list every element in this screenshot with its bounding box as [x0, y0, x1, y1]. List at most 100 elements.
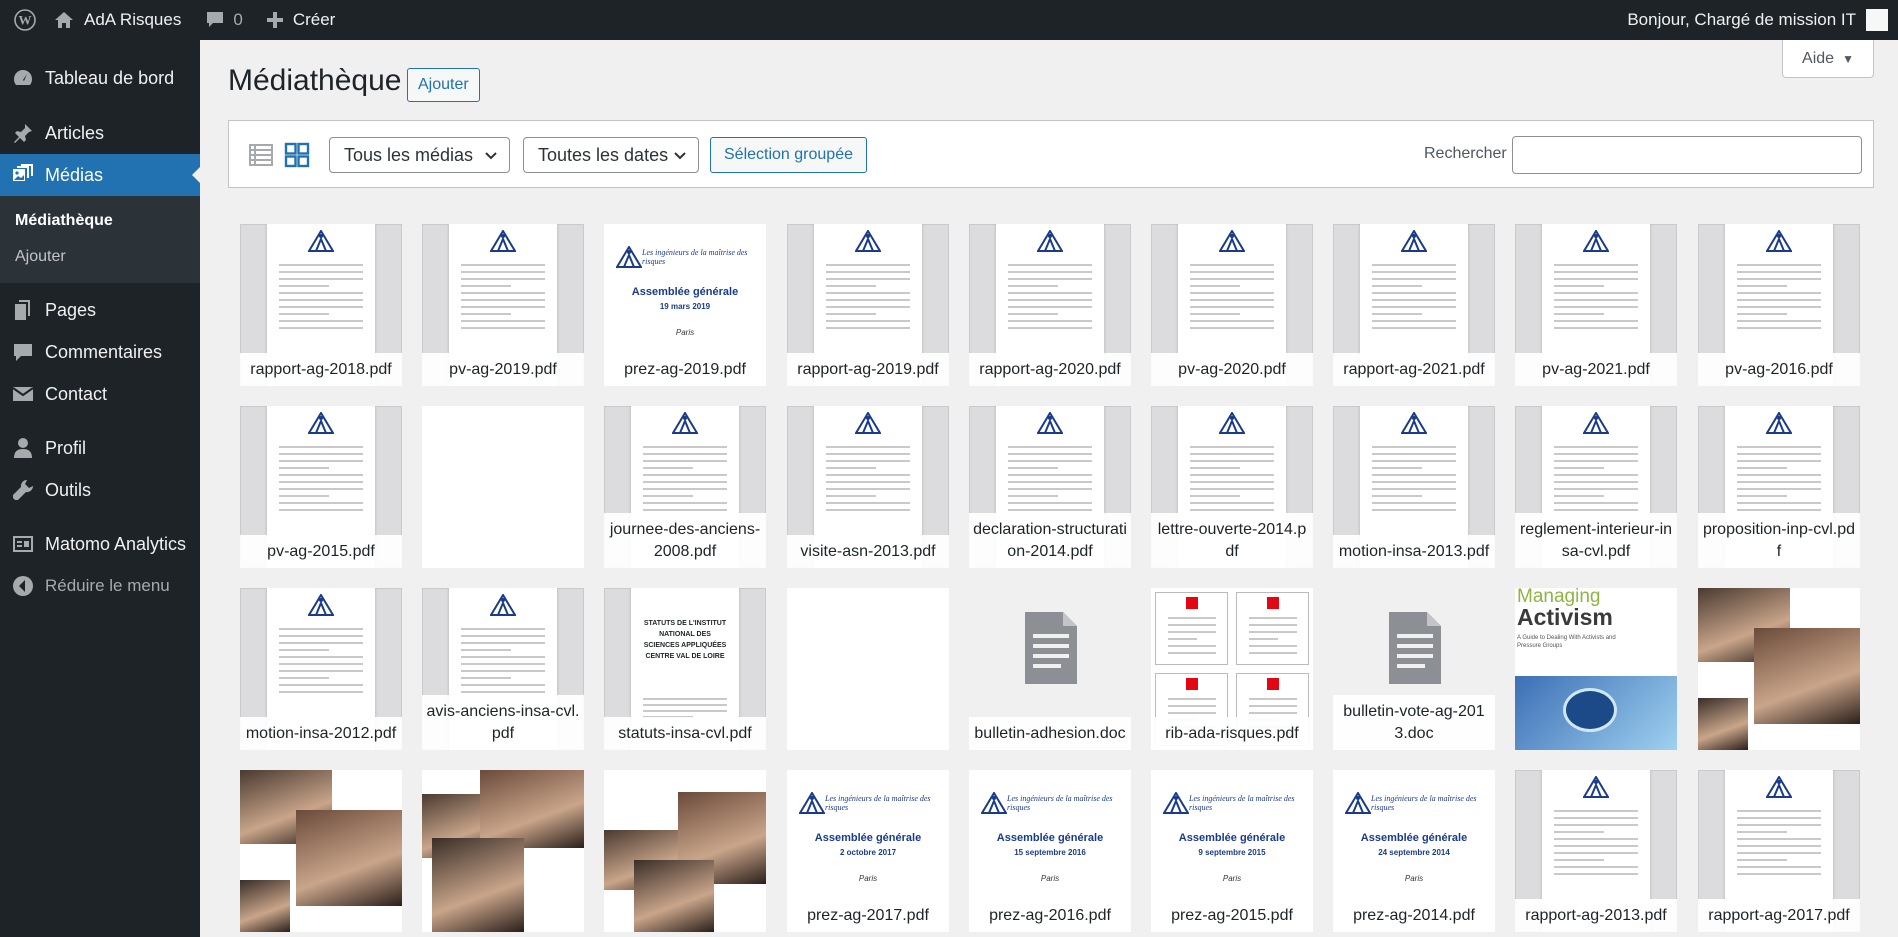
my-account-link[interactable]: Bonjour, Chargé de mission IT: [1615, 0, 1898, 40]
attachment-tile[interactable]: motion-insa-2012.pdf: [240, 588, 402, 750]
attachment-tile[interactable]: lettre-ouverte-2014.pdf: [1151, 406, 1313, 568]
menu-label: Médias: [45, 164, 104, 185]
attachment-filename: prez-ag-2016.pdf: [969, 899, 1131, 932]
site-name-link[interactable]: AdA Risques: [50, 0, 193, 40]
attachment-tile[interactable]: declaration-structuration-2014.pdf: [969, 406, 1131, 568]
admin-bar: W AdA Risques 0 Créer Bonjour, Chargé de…: [0, 0, 1898, 40]
attachment-tile[interactable]: [422, 406, 584, 568]
attachment-tile[interactable]: [1698, 588, 1860, 750]
attachment-tile[interactable]: rapport-ag-2013.pdf: [1515, 770, 1677, 932]
svg-text:W: W: [19, 13, 32, 28]
attachment-tile[interactable]: proposition-inp-cvl.pdf: [1698, 406, 1860, 568]
attachment-filename: reglement-interieur-insa-cvl.pdf: [1515, 513, 1677, 568]
attachment-filename: rapport-ag-2019.pdf: [787, 353, 949, 386]
attachment-filename: pv-ag-2021.pdf: [1515, 353, 1677, 386]
attachment-tile[interactable]: pv-ag-2019.pdf: [422, 224, 584, 386]
slide-header: Les ingénieurs de la maîtrise des risque…: [1007, 794, 1113, 812]
attachment-tile[interactable]: [422, 770, 584, 932]
comments-link[interactable]: 0: [193, 0, 254, 40]
attachment-filename: prez-ag-2019.pdf: [604, 353, 766, 386]
menu-item-matomo[interactable]: Matomo Analytics: [0, 523, 200, 565]
attachment-filename: rib-ada-risques.pdf: [1151, 717, 1313, 750]
attachment-tile[interactable]: Les ingénieurs de la maîtrise des risque…: [1333, 770, 1495, 932]
menu-label: Profil: [45, 437, 87, 458]
attachment-tile[interactable]: motion-insa-2013.pdf: [1333, 406, 1495, 568]
comment-icon: [207, 12, 224, 27]
attachment-tile[interactable]: rib-ada-risques.pdf: [1151, 588, 1313, 750]
menu-label: Tableau de bord: [45, 67, 175, 88]
slide-header: Les ingénieurs de la maîtrise des risque…: [1189, 794, 1295, 812]
attachment-thumbnail: [604, 770, 766, 932]
slide-date: 15 septembre 2016: [1014, 848, 1086, 857]
attachment-tile[interactable]: journee-des-anciens-2008.pdf: [604, 406, 766, 568]
slide-header: Les ingénieurs de la maîtrise des risque…: [1371, 794, 1477, 812]
menu-label: Matomo Analytics: [45, 533, 187, 554]
slide-date: 24 septembre 2014: [1378, 848, 1450, 857]
attachment-tile[interactable]: visite-asn-2013.pdf: [787, 406, 949, 568]
wrench-icon: [12, 479, 34, 501]
attachment-tile[interactable]: bulletin-adhesion.doc: [969, 588, 1131, 750]
attachment-thumbnail: [1698, 588, 1860, 750]
attachment-tile[interactable]: pv-ag-2021.pdf: [1515, 224, 1677, 386]
menu-item-commentaires[interactable]: Commentaires: [0, 331, 200, 373]
new-content-link[interactable]: Créer: [255, 0, 348, 40]
menu-collapse-button[interactable]: Réduire le menu: [0, 565, 200, 607]
attachment-tile[interactable]: [604, 770, 766, 932]
attachment-tile[interactable]: pv-ag-2020.pdf: [1151, 224, 1313, 386]
menu-label: Outils: [45, 479, 92, 500]
attachment-filename: motion-insa-2013.pdf: [1333, 535, 1495, 568]
attachment-filename: pv-ag-2019.pdf: [422, 353, 584, 386]
attachment-filename: avis-anciens-insa-cvl.pdf: [422, 695, 584, 750]
attachment-filename: prez-ag-2017.pdf: [787, 899, 949, 932]
attachment-filename: prez-ag-2014.pdf: [1333, 899, 1495, 932]
attachment-tile[interactable]: rapport-ag-2020.pdf: [969, 224, 1131, 386]
media-icon: [12, 164, 34, 186]
menu-item-outils[interactable]: Outils: [0, 469, 200, 511]
book-subtitle: A Guide to Dealing With Activists and Pr…: [1517, 635, 1616, 649]
slide-place: Paris: [675, 328, 695, 337]
attachment-tile[interactable]: Les ingénieurs de la maîtrise des risque…: [969, 770, 1131, 932]
attachment-filename: journee-des-anciens-2008.pdf: [604, 513, 766, 568]
analytics-icon: [12, 533, 34, 555]
attachment-tile[interactable]: rapport-ag-2017.pdf: [1698, 770, 1860, 932]
menu-item-medias[interactable]: Médias: [0, 154, 200, 196]
slide-date: 19 mars 2019: [659, 302, 711, 311]
menu-item-contact[interactable]: Contact: [0, 373, 200, 415]
book-title-2: Activism: [1517, 604, 1613, 630]
slide-place: Paris: [1222, 874, 1242, 883]
slide-place: Paris: [858, 874, 878, 883]
attachment-tile[interactable]: avis-anciens-insa-cvl.pdf: [422, 588, 584, 750]
menu-item-articles[interactable]: Articles: [0, 112, 200, 154]
attachment-tile[interactable]: [787, 588, 949, 750]
attachment-tile[interactable]: Managing Activism A Guide to Dealing With …: [1515, 588, 1677, 750]
submenu-item-mediatheque[interactable]: Médiathèque: [0, 203, 200, 239]
dashboard-icon: [12, 67, 34, 89]
menu-item-profil[interactable]: Profil: [0, 427, 200, 469]
attachment-tile[interactable]: Les ingénieurs de la maîtrise des risque…: [1151, 770, 1313, 932]
attachment-tile[interactable]: [240, 770, 402, 932]
home-icon: [55, 12, 73, 28]
attachment-tile[interactable]: rapport-ag-2019.pdf: [787, 224, 949, 386]
attachment-tile[interactable]: pv-ag-2015.pdf: [240, 406, 402, 568]
wordpress-logo-icon[interactable]: W: [0, 0, 50, 40]
attachment-thumbnail: Managing Activism A Guide to Dealing With …: [1515, 588, 1677, 750]
pages-icon: [12, 299, 34, 321]
submenu-item-ajouter[interactable]: Ajouter: [0, 239, 200, 275]
menu-item-dashboard[interactable]: Tableau de bord: [0, 56, 200, 100]
collapse-icon: [12, 575, 34, 597]
media-grid: rapport-ag-2018.pdf pv-ag-2019.pdf Les ing…: [200, 40, 1898, 937]
attachment-tile[interactable]: STATUTS DE L'INSTITUT NATIONAL DES SCIEN…: [604, 588, 766, 750]
attachment-tile[interactable]: pv-ag-2016.pdf: [1698, 224, 1860, 386]
attachment-filename: bulletin-vote-ag-2013.doc: [1333, 695, 1495, 750]
pin-icon: [12, 122, 34, 144]
medias-submenu: Médiathèque Ajouter: [0, 196, 200, 283]
attachment-tile[interactable]: bulletin-vote-ag-2013.doc: [1333, 588, 1495, 750]
attachment-tile[interactable]: reglement-interieur-insa-cvl.pdf: [1515, 406, 1677, 568]
attachment-tile[interactable]: rapport-ag-2021.pdf: [1333, 224, 1495, 386]
attachment-tile[interactable]: rapport-ag-2018.pdf: [240, 224, 402, 386]
attachment-filename: rapport-ag-2021.pdf: [1333, 353, 1495, 386]
menu-item-pages[interactable]: Pages: [0, 289, 200, 331]
slide-date: 9 septembre 2015: [1198, 848, 1266, 857]
attachment-tile[interactable]: Les ingénieurs de la maîtrise des risque…: [787, 770, 949, 932]
attachment-tile[interactable]: Les ingénieurs de la maîtrise des risque…: [604, 224, 766, 386]
